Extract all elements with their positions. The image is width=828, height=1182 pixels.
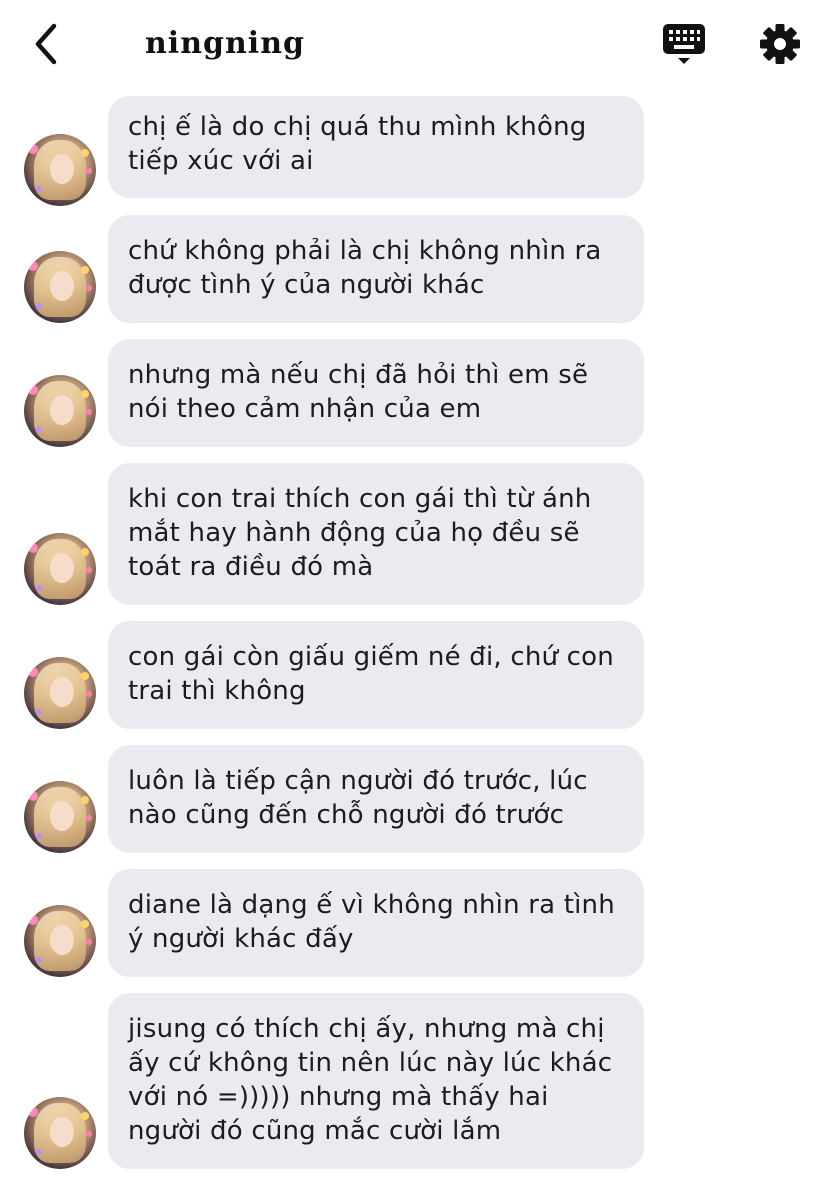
- avatar[interactable]: [24, 1097, 96, 1169]
- message-bubble[interactable]: diane là dạng ế vì không nhìn ra tình ý …: [108, 869, 644, 977]
- back-button[interactable]: [26, 22, 66, 66]
- message-bubble[interactable]: luôn là tiếp cận người đó trước, lúc nào…: [108, 745, 644, 853]
- avatar[interactable]: [24, 134, 96, 206]
- avatar[interactable]: [24, 905, 96, 977]
- message-row: chị ế là do chị quá thu mình không tiếp …: [0, 96, 828, 206]
- message-bubble[interactable]: con gái còn giấu giếm né đi, chứ con tra…: [108, 621, 644, 729]
- avatar[interactable]: [24, 533, 96, 605]
- gear-icon: [760, 24, 800, 64]
- avatar[interactable]: [24, 657, 96, 729]
- avatar[interactable]: [24, 781, 96, 853]
- message-row: jisung có thích chị ấy, nhưng mà chị ấy …: [0, 993, 828, 1169]
- message-row: khi con trai thích con gái thì từ ánh mắ…: [0, 463, 828, 605]
- keyboard-button[interactable]: [660, 20, 708, 68]
- message-bubble[interactable]: nhưng mà nếu chị đã hỏi thì em sẽ nói th…: [108, 339, 644, 447]
- message-row: diane là dạng ế vì không nhìn ra tình ý …: [0, 869, 828, 977]
- message-bubble[interactable]: khi con trai thích con gái thì từ ánh mắ…: [108, 463, 644, 605]
- message-list[interactable]: chị ế là do chị quá thu mình không tiếp …: [0, 88, 828, 1182]
- top-bar: ningning: [0, 0, 828, 88]
- message-row: luôn là tiếp cận người đó trước, lúc nào…: [0, 745, 828, 853]
- message-row: chứ không phải là chị không nhìn ra được…: [0, 215, 828, 323]
- chevron-left-icon: [35, 23, 57, 65]
- keyboard-icon: [663, 24, 705, 64]
- settings-button[interactable]: [756, 20, 804, 68]
- chat-title: ningning: [145, 26, 305, 61]
- avatar[interactable]: [24, 375, 96, 447]
- message-bubble[interactable]: jisung có thích chị ấy, nhưng mà chị ấy …: [108, 993, 644, 1169]
- message-row: nhưng mà nếu chị đã hỏi thì em sẽ nói th…: [0, 339, 828, 447]
- message-bubble[interactable]: chứ không phải là chị không nhìn ra được…: [108, 215, 644, 323]
- message-bubble[interactable]: chị ế là do chị quá thu mình không tiếp …: [108, 96, 644, 198]
- avatar[interactable]: [24, 251, 96, 323]
- message-row: con gái còn giấu giếm né đi, chứ con tra…: [0, 621, 828, 729]
